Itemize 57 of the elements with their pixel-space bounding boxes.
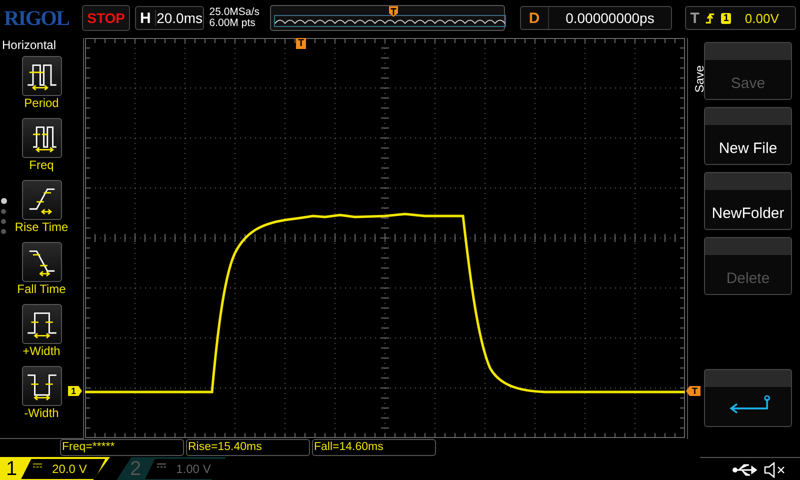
trigger-level-marker[interactable]: T bbox=[686, 386, 700, 396]
channel-scale: 20.0 V bbox=[52, 462, 87, 476]
measure-label: -Width bbox=[24, 406, 59, 421]
measure-button[interactable] bbox=[22, 242, 62, 282]
trigger-panel[interactable]: T 1 0.00V bbox=[685, 6, 796, 30]
channel-number: 1 bbox=[6, 458, 18, 480]
timebase-label: H bbox=[139, 10, 152, 26]
trigger-source: 1 bbox=[721, 12, 731, 24]
softkey-label: New File bbox=[718, 140, 778, 157]
measure-button[interactable] bbox=[22, 56, 62, 96]
dc-coupling-icon bbox=[33, 463, 42, 468]
page-dot[interactable] bbox=[1, 219, 6, 224]
delay-label: D bbox=[528, 10, 541, 26]
return-softkey[interactable] bbox=[704, 369, 792, 427]
measure-button[interactable] bbox=[22, 118, 62, 158]
brand-logo: RIGOL bbox=[4, 6, 70, 30]
speaker-muted-icon bbox=[764, 462, 786, 478]
measurement-result: Freq=***** bbox=[60, 439, 184, 456]
page-dot[interactable] bbox=[1, 209, 6, 214]
run-status[interactable]: STOP bbox=[82, 5, 130, 31]
measure-button[interactable] bbox=[22, 366, 62, 406]
measurement-result: Fall=14.60ms bbox=[312, 439, 436, 456]
softkey[interactable]: NewFolder bbox=[704, 172, 792, 230]
softkey-label: Delete bbox=[726, 270, 770, 287]
timebase-panel[interactable]: H 20.0ms bbox=[135, 6, 204, 30]
delay-panel[interactable]: D 0.00000000ps bbox=[520, 6, 672, 30]
channel-marker[interactable]: 1 bbox=[68, 386, 82, 396]
dc-coupling-icon bbox=[157, 463, 166, 468]
measure-label: +Width bbox=[22, 344, 60, 359]
measure-label: Fall Time bbox=[17, 282, 66, 297]
measure-label: Period bbox=[24, 96, 59, 111]
menu-title: Save bbox=[692, 65, 707, 93]
delay-value: 0.00000000ps bbox=[548, 7, 672, 29]
trigger-level: 0.00V bbox=[744, 10, 779, 26]
channel-number: 2 bbox=[130, 458, 142, 480]
usb-icon bbox=[732, 462, 758, 476]
softkey-label: Save bbox=[730, 75, 766, 92]
trigger-position-marker[interactable]: T bbox=[296, 38, 306, 49]
page-dot[interactable] bbox=[1, 229, 6, 234]
channel-tab[interactable]: 1 20.0 V bbox=[0, 457, 110, 480]
measure-button[interactable] bbox=[22, 180, 62, 220]
measurement-result: Rise=15.40ms bbox=[186, 439, 310, 456]
trigger-position-icon bbox=[388, 6, 398, 17]
softkey[interactable]: New File bbox=[704, 107, 792, 165]
channel-scale: 1.00 V bbox=[176, 462, 211, 476]
page-dot[interactable] bbox=[1, 198, 7, 204]
measure-label: Freq bbox=[29, 158, 54, 173]
sample-rate: 25.0MSa/s bbox=[209, 7, 260, 18]
memory-depth: 6.00M pts bbox=[209, 18, 256, 29]
menu-title: Horizontal bbox=[1, 38, 56, 52]
rising-edge-icon bbox=[705, 10, 716, 26]
timebase-value: 20.0ms bbox=[154, 10, 204, 26]
trigger-label: T bbox=[690, 10, 700, 26]
softkey-label: NewFolder bbox=[712, 205, 784, 222]
measure-button[interactable] bbox=[22, 304, 62, 344]
channel-tab[interactable]: 2 1.00 V bbox=[116, 457, 226, 480]
measure-label: Rise Time bbox=[14, 220, 68, 235]
